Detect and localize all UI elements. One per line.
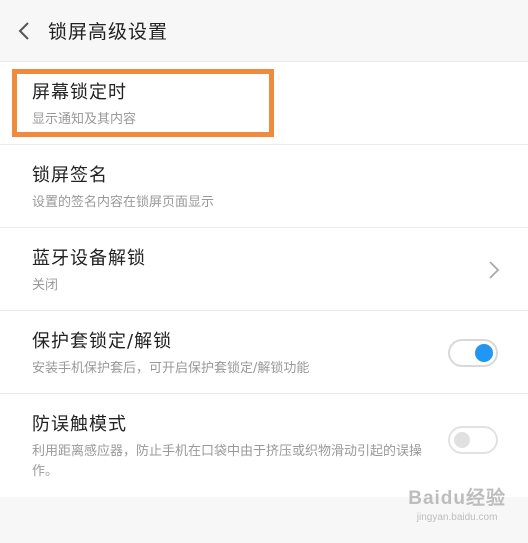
watermark-main: Baidu经验 <box>408 488 506 509</box>
back-button[interactable] <box>14 19 34 43</box>
setting-bluetooth-unlock[interactable]: 蓝牙设备解锁 关闭 <box>0 228 528 311</box>
setting-anti-mistouch[interactable]: 防误触模式 利用距离感应器，防止手机在口袋中由于挤压或织物滑动引起的误操作。 <box>0 394 528 497</box>
setting-subtitle: 关闭 <box>32 278 59 293</box>
watermark-logo: Baidu经验 jingyan.baidu.com <box>408 483 506 523</box>
app-header: 锁屏高级设置 <box>0 0 528 62</box>
watermark-url: jingyan.baidu.com <box>416 512 498 523</box>
toggle-knob <box>454 432 470 448</box>
back-arrow-icon <box>18 21 29 40</box>
anti-mistouch-toggle[interactable] <box>448 426 498 454</box>
toggle-knob <box>475 344 493 362</box>
case-lock-toggle[interactable] <box>448 339 498 367</box>
setting-case-lock[interactable]: 保护套锁定/解锁 安装手机保护套后，可开启保护套锁定/解锁功能 <box>0 311 528 394</box>
settings-list: 屏幕锁定时 显示通知及其内容 锁屏签名 设置的签名内容在锁屏页面显示 蓝牙设备解… <box>0 62 528 497</box>
setting-title: 屏幕锁定时 <box>32 82 127 103</box>
chevron-right-icon <box>489 261 500 279</box>
setting-subtitle: 显示通知及其内容 <box>32 112 137 127</box>
setting-title: 蓝牙设备解锁 <box>32 248 146 269</box>
setting-title: 锁屏签名 <box>32 165 108 186</box>
setting-subtitle: 设置的签名内容在锁屏页面显示 <box>32 195 215 210</box>
setting-lock-screen-display[interactable]: 屏幕锁定时 显示通知及其内容 <box>0 62 528 145</box>
setting-lock-screen-signature[interactable]: 锁屏签名 设置的签名内容在锁屏页面显示 <box>0 145 528 228</box>
page-title: 锁屏高级设置 <box>48 21 169 43</box>
